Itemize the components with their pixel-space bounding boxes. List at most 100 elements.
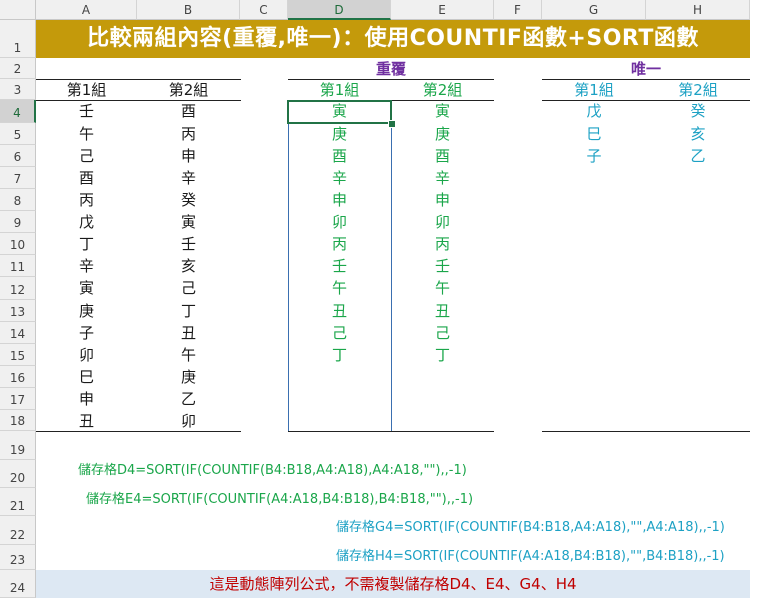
group2-cell[interactable]: 寅	[137, 211, 240, 233]
group2-cell[interactable]: 庚	[137, 366, 240, 388]
group2-cell[interactable]: 申	[137, 145, 240, 167]
unique-h-cell[interactable]: 癸	[646, 100, 750, 122]
a-group1-header[interactable]: 第1組	[36, 79, 137, 101]
duplicate-e-cell[interactable]: 己	[391, 322, 494, 344]
group2-cell[interactable]: 乙	[137, 388, 240, 410]
column-header-c[interactable]: C	[240, 0, 288, 20]
group1-cell[interactable]: 午	[36, 123, 137, 145]
sheet-title[interactable]: 比較兩組內容(重覆,唯一)：使用COUNTIF函數+SORT函數	[36, 20, 750, 58]
column-header-h[interactable]: H	[646, 0, 750, 20]
row-header-3[interactable]: 3	[0, 79, 36, 100]
row-header-20[interactable]: 20	[0, 460, 36, 488]
duplicate-d-cell[interactable]: 庚	[288, 123, 391, 145]
row-header-2[interactable]: 2	[0, 58, 36, 79]
group1-cell[interactable]: 卯	[36, 344, 137, 366]
row-header-11[interactable]: 11	[0, 255, 36, 277]
duplicate-d-cell[interactable]: 卯	[288, 211, 391, 233]
duplicate-d-cell[interactable]: 辛	[288, 167, 391, 189]
row-header-14[interactable]: 14	[0, 322, 36, 344]
duplicate-e-cell[interactable]: 壬	[391, 255, 494, 277]
unique-g-cell[interactable]: 子	[542, 145, 646, 167]
group1-cell[interactable]: 己	[36, 145, 137, 167]
column-header-f[interactable]: F	[494, 0, 542, 20]
row-header-19[interactable]: 19	[0, 431, 36, 460]
row-header-16[interactable]: 16	[0, 366, 36, 388]
d-group1-header[interactable]: 第1組	[288, 79, 391, 101]
h-group2-header[interactable]: 第2組	[646, 79, 750, 101]
duplicate-d-cell[interactable]: 壬	[288, 255, 391, 277]
column-header-g[interactable]: G	[542, 0, 646, 20]
group1-cell[interactable]: 申	[36, 388, 137, 410]
group2-cell[interactable]: 癸	[137, 189, 240, 211]
duplicate-e-cell[interactable]: 丙	[391, 233, 494, 255]
group1-cell[interactable]: 丙	[36, 189, 137, 211]
row-header-7[interactable]: 7	[0, 167, 36, 189]
duplicate-e-cell[interactable]: 寅	[391, 100, 494, 122]
unique-h-cell[interactable]: 乙	[646, 145, 750, 167]
b-group2-header[interactable]: 第2組	[137, 79, 240, 101]
row-header-21[interactable]: 21	[0, 488, 36, 516]
select-all-corner[interactable]	[0, 0, 36, 20]
row-header-8[interactable]: 8	[0, 189, 36, 211]
group2-cell[interactable]: 午	[137, 344, 240, 366]
group2-cell[interactable]: 丑	[137, 322, 240, 344]
g-group1-header[interactable]: 第1組	[542, 79, 646, 101]
dynamic-array-note[interactable]: 這是動態陣列公式，不需複製儲存格D4、E4、G4、H4	[36, 570, 750, 598]
row-header-24[interactable]: 24	[0, 570, 36, 598]
row-header-13[interactable]: 13	[0, 300, 36, 322]
duplicate-d-cell[interactable]: 己	[288, 322, 391, 344]
group1-cell[interactable]: 丑	[36, 410, 137, 432]
group2-cell[interactable]: 酉	[137, 100, 240, 122]
row-header-22[interactable]: 22	[0, 516, 36, 545]
duplicate-d-cell[interactable]: 丙	[288, 233, 391, 255]
duplicate-d-cell[interactable]: 酉	[288, 145, 391, 167]
duplicate-e-cell[interactable]: 午	[391, 277, 494, 299]
unique-h-cell[interactable]: 亥	[646, 123, 750, 145]
row-header-17[interactable]: 17	[0, 388, 36, 410]
group2-cell[interactable]: 丙	[137, 123, 240, 145]
duplicate-e-cell[interactable]: 酉	[391, 145, 494, 167]
unique-g-cell[interactable]: 戊	[542, 100, 646, 122]
row-header-10[interactable]: 10	[0, 233, 36, 255]
group1-cell[interactable]: 丁	[36, 233, 137, 255]
group2-cell[interactable]: 己	[137, 277, 240, 299]
duplicate-e-cell[interactable]: 庚	[391, 123, 494, 145]
group2-cell[interactable]: 丁	[137, 300, 240, 322]
duplicate-d-cell[interactable]: 丑	[288, 300, 391, 322]
column-header-d[interactable]: D	[288, 0, 391, 20]
duplicate-e-cell[interactable]: 丁	[391, 344, 494, 366]
row-header-6[interactable]: 6	[0, 145, 36, 167]
row-header-1[interactable]: 1	[0, 20, 36, 58]
unique-g-cell[interactable]: 巳	[542, 123, 646, 145]
group1-cell[interactable]: 巳	[36, 366, 137, 388]
group1-cell[interactable]: 寅	[36, 277, 137, 299]
duplicate-section-header[interactable]: 重覆	[288, 58, 494, 80]
row-header-4[interactable]: 4	[0, 100, 36, 123]
group1-cell[interactable]: 戊	[36, 211, 137, 233]
duplicate-d-cell[interactable]: 午	[288, 277, 391, 299]
row-header-18[interactable]: 18	[0, 410, 36, 431]
group2-cell[interactable]: 辛	[137, 167, 240, 189]
group1-cell[interactable]: 庚	[36, 300, 137, 322]
group2-cell[interactable]: 壬	[137, 233, 240, 255]
column-header-e[interactable]: E	[391, 0, 494, 20]
e-group2-header[interactable]: 第2組	[391, 79, 494, 101]
duplicate-d-cell[interactable]: 寅	[288, 100, 391, 122]
row-header-23[interactable]: 23	[0, 545, 36, 570]
duplicate-e-cell[interactable]: 卯	[391, 211, 494, 233]
unique-section-header[interactable]: 唯一	[542, 58, 750, 80]
row-header-12[interactable]: 12	[0, 277, 36, 300]
duplicate-d-cell[interactable]: 申	[288, 189, 391, 211]
duplicate-e-cell[interactable]: 申	[391, 189, 494, 211]
duplicate-d-cell[interactable]: 丁	[288, 344, 391, 366]
row-header-9[interactable]: 9	[0, 211, 36, 233]
duplicate-e-cell[interactable]: 丑	[391, 300, 494, 322]
group1-cell[interactable]: 壬	[36, 100, 137, 122]
column-header-b[interactable]: B	[137, 0, 240, 20]
group2-cell[interactable]: 卯	[137, 410, 240, 432]
group1-cell[interactable]: 子	[36, 322, 137, 344]
row-header-5[interactable]: 5	[0, 123, 36, 145]
group1-cell[interactable]: 酉	[36, 167, 137, 189]
row-header-15[interactable]: 15	[0, 344, 36, 366]
column-header-a[interactable]: A	[36, 0, 137, 20]
